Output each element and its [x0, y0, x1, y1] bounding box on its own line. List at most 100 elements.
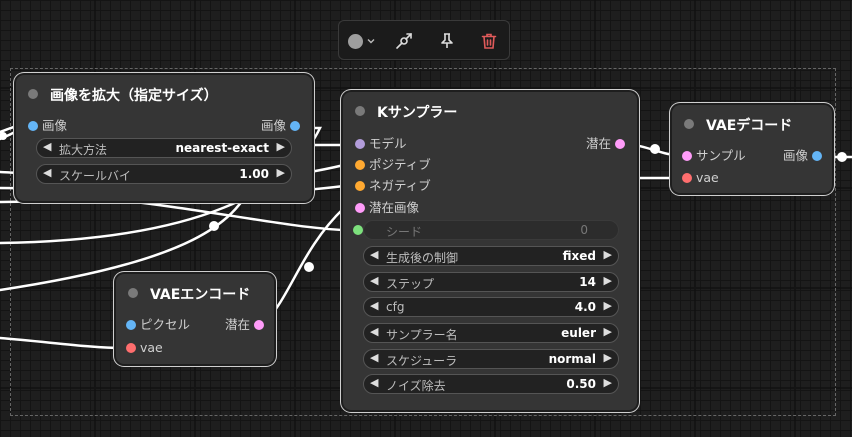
increment-arrow-icon[interactable]: ▶: [604, 248, 612, 261]
decrement-arrow-icon[interactable]: ◀: [43, 140, 51, 153]
widget-scheduler[interactable]: ◀ スケジューラ normal ▶: [363, 349, 619, 369]
wire-left-seed: [98, 196, 346, 232]
input-slot-vae[interactable]: vae: [126, 339, 163, 357]
slot-dot[interactable]: [355, 181, 365, 191]
input-slot-samples[interactable]: サンプル: [682, 147, 746, 165]
node-vae-encode[interactable]: VAEエンコード ピクセル vae 潜在: [116, 274, 274, 364]
node-title: 画像を拡大（指定サイズ）: [50, 88, 218, 104]
reroute-dot: [837, 152, 847, 162]
reroute-dot: [209, 221, 219, 231]
pin-icon: [441, 33, 453, 48]
slot-dot[interactable]: [355, 203, 365, 213]
reroute-dot: [0, 132, 7, 140]
node-header[interactable]: 画像を拡大（指定サイズ）: [16, 75, 312, 105]
node-header[interactable]: Kサンプラー: [343, 92, 637, 122]
increment-arrow-icon[interactable]: ▶: [604, 274, 612, 287]
widget-label: スケジューラ: [386, 354, 458, 368]
node-header[interactable]: VAEデコード: [672, 105, 832, 135]
widget-denoise[interactable]: ◀ ノイズ除去 0.50 ▶: [363, 374, 619, 394]
slot-dot[interactable]: [355, 160, 365, 170]
node-header[interactable]: VAEエンコード: [116, 274, 274, 304]
slot-label: 画像: [42, 118, 68, 133]
slot-dot[interactable]: [126, 320, 136, 330]
slot-dot[interactable]: [682, 151, 692, 161]
widget-seed[interactable]: シード 0: [353, 220, 619, 240]
slot-label: vae: [696, 170, 719, 185]
slot-dot[interactable]: [355, 139, 365, 149]
decrement-arrow-icon[interactable]: ◀: [43, 166, 51, 179]
decrement-arrow-icon[interactable]: ◀: [370, 274, 378, 287]
node-title: VAEエンコード: [150, 287, 251, 303]
increment-arrow-icon[interactable]: ▶: [604, 325, 612, 338]
color-circle-icon: [348, 33, 363, 49]
wire-left-top: [0, 125, 16, 134]
input-slot-vae[interactable]: vae: [682, 169, 719, 187]
collapse-dot[interactable]: [28, 89, 38, 99]
widget-value: 0: [580, 223, 588, 237]
widget-sampler-name[interactable]: ◀ サンプラー名 euler ▶: [363, 323, 619, 343]
output-slot-image[interactable]: 画像: [782, 147, 822, 165]
slot-dot[interactable]: [126, 343, 136, 353]
selection-toolbar: [338, 20, 510, 60]
slot-label: サンプル: [696, 148, 746, 163]
collapse-dot[interactable]: [684, 119, 694, 129]
slot-label: モデル: [369, 136, 407, 151]
seed-input-dot[interactable]: [353, 225, 363, 235]
widget-control-after-generate[interactable]: ◀ 生成後の制御 fixed ▶: [363, 246, 619, 266]
widget-scale-by[interactable]: ◀ スケールバイ 1.00 ▶: [36, 164, 292, 184]
decrement-arrow-icon[interactable]: ◀: [370, 351, 378, 364]
increment-arrow-icon[interactable]: ▶: [277, 166, 285, 179]
bypass-button[interactable]: [391, 30, 417, 52]
slot-dot[interactable]: [254, 320, 264, 330]
slot-label: ピクセル: [140, 317, 191, 332]
decrement-arrow-icon[interactable]: ◀: [370, 376, 378, 389]
increment-arrow-icon[interactable]: ▶: [277, 140, 285, 153]
widget-upscale-method[interactable]: ◀ 拡大方法 nearest-exact ▶: [36, 138, 292, 158]
input-slot-pixels[interactable]: ピクセル: [126, 316, 191, 334]
widget-label: ステップ: [386, 277, 435, 291]
input-slot-image[interactable]: 画像: [28, 117, 68, 135]
collapse-dot[interactable]: [128, 288, 138, 298]
node-title: VAEデコード: [706, 118, 793, 134]
slot-dot[interactable]: [615, 139, 625, 149]
node-vae-decode[interactable]: VAEデコード サンプル vae 画像: [672, 105, 832, 193]
decrement-arrow-icon[interactable]: ◀: [370, 325, 378, 338]
slot-dot[interactable]: [28, 121, 38, 131]
pin-button[interactable]: [434, 30, 460, 52]
node-upscale-image[interactable]: 画像を拡大（指定サイズ） 画像 画像 ◀ 拡大方法 nearest-exact …: [16, 75, 312, 201]
node-ksampler[interactable]: Kサンプラー モデル ポジティブ ネガティブ 潜在画像 潜在 シード 0 ◀ 生…: [343, 92, 637, 410]
increment-arrow-icon[interactable]: ▶: [604, 299, 612, 312]
input-slot-latent-image[interactable]: 潜在画像: [355, 199, 419, 217]
widget-label: 拡大方法: [59, 143, 108, 157]
decrement-arrow-icon[interactable]: ◀: [370, 299, 378, 312]
increment-arrow-icon[interactable]: ▶: [604, 376, 612, 389]
chevron-down-icon: [367, 39, 375, 44]
slot-dot[interactable]: [290, 121, 300, 131]
delete-button[interactable]: [476, 30, 502, 52]
slot-dot[interactable]: [682, 173, 692, 183]
widget-label: cfg: [386, 300, 405, 314]
input-slot-positive[interactable]: ポジティブ: [355, 156, 431, 174]
collapse-dot[interactable]: [355, 106, 365, 116]
output-slot-latent[interactable]: 潜在: [225, 316, 264, 334]
widget-label: 生成後の制御: [386, 251, 459, 265]
output-slot-image[interactable]: 画像: [261, 117, 300, 135]
output-slot-latent[interactable]: 潜在: [586, 135, 625, 153]
widget-steps[interactable]: ◀ ステップ 14 ▶: [363, 272, 619, 292]
widget-value: 14: [579, 275, 596, 289]
widget-label: スケールバイ: [59, 169, 132, 183]
slot-label: 画像: [782, 148, 808, 163]
decrement-arrow-icon[interactable]: ◀: [370, 248, 378, 261]
widget-cfg[interactable]: ◀ cfg 4.0 ▶: [363, 297, 619, 317]
wire-left-to-encode-vae: [0, 336, 126, 350]
reroute-dot: [650, 144, 660, 154]
widget-value: nearest-exact: [175, 141, 269, 155]
input-slot-model[interactable]: モデル: [355, 135, 407, 153]
widget-value: normal: [548, 352, 596, 366]
increment-arrow-icon[interactable]: ▶: [604, 351, 612, 364]
widget-value: 1.00: [239, 167, 269, 181]
widget-value: fixed: [562, 249, 596, 263]
slot-dot[interactable]: [812, 151, 822, 161]
color-picker-button[interactable]: [345, 30, 379, 52]
input-slot-negative[interactable]: ネガティブ: [355, 177, 431, 195]
